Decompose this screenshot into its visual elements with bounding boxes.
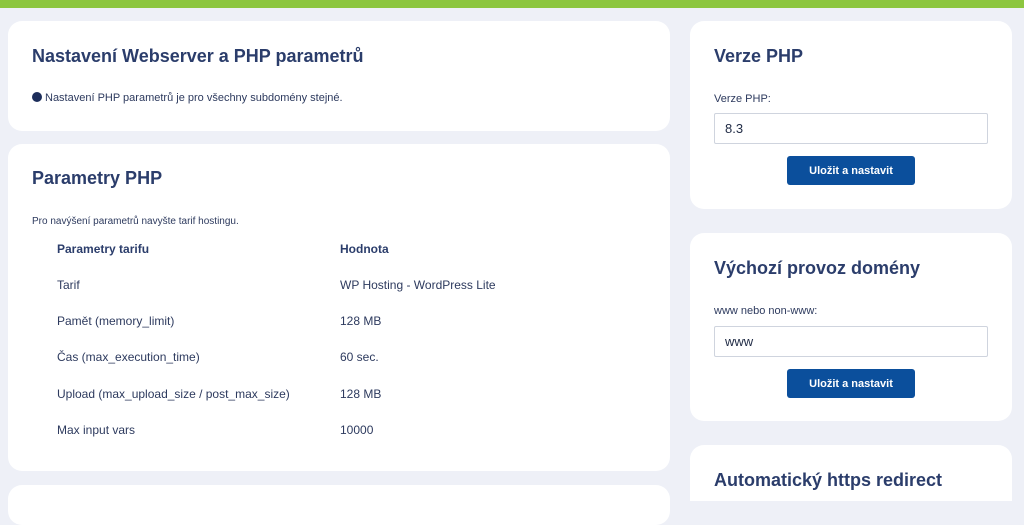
table-row: Max input vars 10000 [57, 423, 373, 437]
php-params-title: Parametry PHP [32, 168, 163, 188]
next-card-partial [8, 485, 670, 525]
param-value: 60 sec. [340, 350, 379, 364]
param-name: Tarif [57, 278, 80, 292]
webserver-settings-note-text: Nastavení PHP parametrů je pro všechny s… [45, 92, 343, 104]
https-redirect-card: Automatický https redirect [690, 445, 1012, 501]
php-version-label: Verze PHP: [714, 93, 771, 105]
bullet-icon [32, 92, 42, 102]
param-value: WP Hosting - WordPress Lite [340, 278, 496, 292]
column-header-value: Hodnota [340, 242, 389, 256]
save-php-version-button[interactable]: Uložit a nastavit [787, 156, 915, 185]
default-domain-input[interactable] [714, 326, 988, 357]
table-header-row: Parametry tarifu Hodnota [57, 242, 389, 256]
param-name: Upload (max_upload_size / post_max_size) [57, 387, 290, 401]
save-default-domain-button[interactable]: Uložit a nastavit [787, 369, 915, 398]
param-value: 128 MB [340, 314, 382, 328]
php-version-card: Verze PHP Verze PHP: Uložit a nastavit [690, 21, 1012, 209]
php-params-card: Parametry PHP Pro navýšení parametrů nav… [8, 144, 670, 471]
param-value: 128 MB [340, 387, 382, 401]
top-accent-bar [0, 0, 1024, 8]
php-version-input[interactable] [714, 113, 988, 144]
default-domain-label: www nebo non-www: [714, 305, 818, 317]
param-name: Čas (max_execution_time) [57, 350, 200, 364]
php-version-title: Verze PHP [714, 46, 804, 66]
column-header-param: Parametry tarifu [57, 242, 150, 256]
param-name: Pamět (memory_limit) [57, 314, 175, 328]
param-value: 10000 [340, 423, 374, 437]
default-domain-card: Výchozí provoz domény www nebo non-www: … [690, 233, 1012, 421]
default-domain-title: Výchozí provoz domény [714, 258, 921, 278]
table-row: Upload (max_upload_size / post_max_size)… [57, 387, 381, 401]
table-row: Pamět (memory_limit) 128 MB [57, 314, 381, 328]
webserver-settings-card: Nastavení Webserver a PHP parametrů Nast… [8, 21, 670, 131]
table-row: Čas (max_execution_time) 60 sec. [57, 350, 379, 364]
php-params-note: Pro navýšení parametrů navyšte tarif hos… [32, 216, 239, 227]
webserver-settings-title: Nastavení Webserver a PHP parametrů [32, 46, 364, 66]
table-row: Tarif WP Hosting - WordPress Lite [57, 278, 496, 292]
webserver-settings-note: Nastavení PHP parametrů je pro všechny s… [32, 92, 343, 104]
https-redirect-title: Automatický https redirect [714, 470, 943, 490]
param-name: Max input vars [57, 423, 136, 437]
